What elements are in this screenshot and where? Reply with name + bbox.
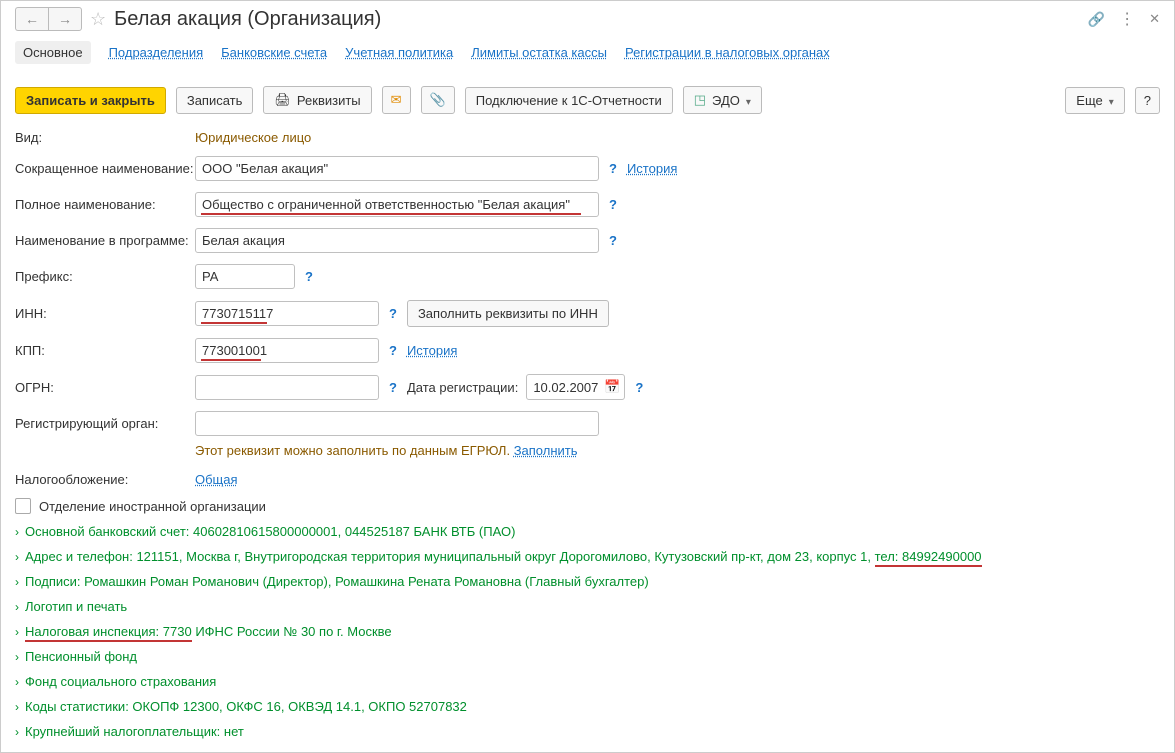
connect-1c-button[interactable]: Подключение к 1С-Отчетности: [465, 87, 673, 114]
kind-label: Вид:: [15, 130, 195, 145]
caret-down-icon: [1109, 93, 1114, 108]
regdate-value: 10.02.2007: [533, 380, 598, 395]
mail-icon: [391, 92, 402, 108]
foreign-branch-checkbox[interactable]: [15, 498, 31, 514]
chevron-right-icon: ›: [15, 725, 19, 739]
expander-bank[interactable]: › Основной банковский счет: 406028106158…: [15, 524, 1160, 539]
requisites-button[interactable]: Реквизиты: [263, 86, 371, 114]
edo-button[interactable]: ЭДО: [683, 86, 762, 114]
regorg-input[interactable]: [195, 411, 599, 436]
calendar-icon[interactable]: 📅: [604, 379, 620, 395]
fullname-label: Полное наименование:: [15, 197, 195, 212]
tab-divisions[interactable]: Подразделения: [109, 41, 204, 64]
edo-icon: [694, 92, 706, 108]
attach-button[interactable]: [421, 86, 455, 114]
kind-value: Юридическое лицо: [195, 130, 311, 145]
egrul-fill-link[interactable]: Заполнить: [514, 443, 578, 458]
tabs-bar: Основное Подразделения Банковские счета …: [15, 41, 1160, 64]
help-icon[interactable]: ?: [609, 161, 617, 176]
ogrn-input[interactable]: [195, 375, 379, 400]
chevron-right-icon: ›: [15, 625, 19, 639]
nav-back-button[interactable]: ←: [15, 7, 48, 31]
chevron-right-icon: ›: [15, 650, 19, 664]
chevron-right-icon: ›: [15, 600, 19, 614]
expander-social[interactable]: › Фонд социального страхования: [15, 674, 1160, 689]
command-bar: Записать и закрыть Записать Реквизиты По…: [15, 86, 1160, 114]
mail-button[interactable]: [382, 86, 411, 114]
chevron-right-icon: ›: [15, 675, 19, 689]
save-close-button[interactable]: Записать и закрыть: [15, 87, 166, 114]
save-button[interactable]: Записать: [176, 87, 254, 114]
phone-highlight: тел: 84992490000: [875, 549, 982, 567]
expander-largest[interactable]: › Крупнейший налогоплательщик: нет: [15, 724, 1160, 739]
tab-limits[interactable]: Лимиты остатка кассы: [471, 41, 607, 64]
ogrn-label: ОГРН:: [15, 380, 195, 395]
requisites-label: Реквизиты: [297, 93, 361, 108]
regdate-label: Дата регистрации:: [407, 380, 518, 395]
help-icon[interactable]: ?: [609, 197, 617, 212]
progname-label: Наименование в программе:: [15, 233, 195, 248]
link-icon[interactable]: [1088, 11, 1105, 28]
help-icon[interactable]: ?: [389, 380, 397, 395]
tab-main[interactable]: Основное: [15, 41, 91, 64]
foreign-branch-label: Отделение иностранной организации: [39, 499, 266, 514]
close-icon[interactable]: [1149, 11, 1160, 27]
shortname-input[interactable]: [195, 156, 599, 181]
fill-by-inn-button[interactable]: Заполнить реквизиты по ИНН: [407, 300, 609, 327]
egrul-hint: Этот реквизит можно заполнить по данным …: [195, 443, 578, 458]
expander-address[interactable]: › Адрес и телефон: 121151, Москва г, Вну…: [15, 549, 1160, 564]
progname-input[interactable]: [195, 228, 599, 253]
more-button[interactable]: Еще: [1065, 87, 1124, 114]
edo-label: ЭДО: [712, 93, 740, 108]
clip-icon: [430, 92, 446, 108]
help-icon[interactable]: ?: [389, 343, 397, 358]
tax-insp-highlight: Налоговая инспекция: 7730: [25, 624, 192, 642]
chevron-right-icon: ›: [15, 700, 19, 714]
prefix-label: Префикс:: [15, 269, 195, 284]
help-button[interactable]: ?: [1135, 87, 1160, 114]
expander-pension[interactable]: › Пенсионный фонд: [15, 649, 1160, 664]
chevron-right-icon: ›: [15, 525, 19, 539]
inn-label: ИНН:: [15, 306, 195, 321]
expander-tax-inspection[interactable]: › Налоговая инспекция: 7730 ИФНС России …: [15, 624, 1160, 639]
kpp-label: КПП:: [15, 343, 195, 358]
kebab-menu-icon[interactable]: [1119, 9, 1135, 29]
more-label: Еще: [1076, 93, 1102, 108]
kpp-history-link[interactable]: История: [407, 343, 457, 358]
taxation-link[interactable]: Общая: [195, 472, 238, 487]
window-title: Белая акация (Организация): [114, 8, 1088, 31]
history-link[interactable]: История: [627, 161, 677, 176]
help-icon[interactable]: ?: [305, 269, 313, 284]
caret-down-icon: [746, 93, 751, 108]
chevron-right-icon: ›: [15, 550, 19, 564]
tab-bank[interactable]: Банковские счета: [221, 41, 327, 64]
help-icon[interactable]: ?: [609, 233, 617, 248]
expander-logo[interactable]: › Логотип и печать: [15, 599, 1160, 614]
help-icon[interactable]: ?: [389, 306, 397, 321]
expander-signatures[interactable]: › Подписи: Ромашкин Роман Романович (Дир…: [15, 574, 1160, 589]
favorite-star-icon[interactable]: ☆: [90, 9, 106, 30]
prefix-input[interactable]: [195, 264, 295, 289]
help-icon[interactable]: ?: [635, 380, 643, 395]
shortname-label: Сокращенное наименование:: [15, 161, 195, 176]
taxation-label: Налогообложение:: [15, 472, 195, 487]
regorg-label: Регистрирующий орган:: [15, 416, 195, 431]
chevron-right-icon: ›: [15, 575, 19, 589]
expander-stats[interactable]: › Коды статистики: ОКОПФ 12300, ОКФС 16,…: [15, 699, 1160, 714]
tab-tax-reg[interactable]: Регистрации в налоговых органах: [625, 41, 830, 64]
tab-policy[interactable]: Учетная политика: [345, 41, 453, 64]
nav-forward-button[interactable]: →: [48, 7, 82, 31]
regdate-input[interactable]: 10.02.2007 📅: [526, 374, 625, 400]
print-icon: [274, 92, 291, 108]
